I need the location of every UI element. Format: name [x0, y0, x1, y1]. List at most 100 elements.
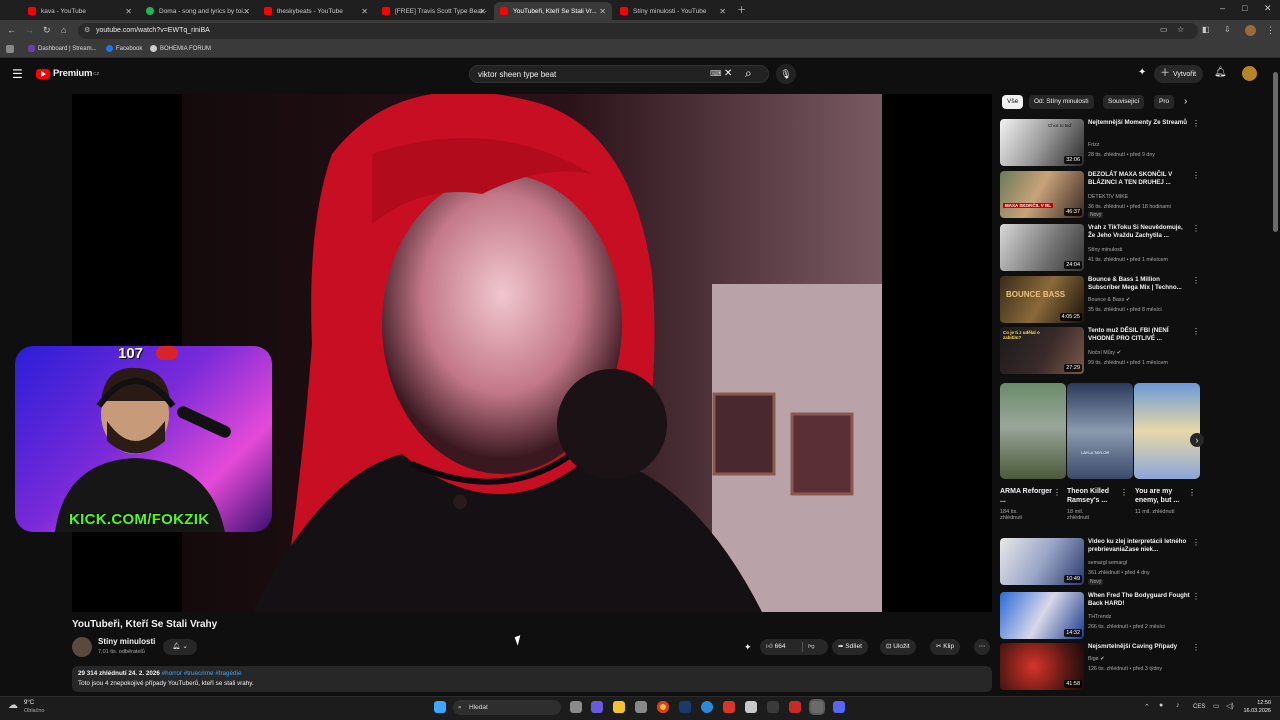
close-icon[interactable]: ✕	[243, 7, 250, 16]
browser-tab[interactable]: Stíny minulosti - YouTube ✕	[614, 2, 732, 20]
more-vert-icon[interactable]: ⋮	[1188, 488, 1196, 497]
short-title[interactable]: Theon Killed Ramsey's ...	[1067, 487, 1121, 505]
short-thumbnail[interactable]	[1134, 383, 1200, 479]
more-vert-icon[interactable]: ⋮	[1192, 327, 1200, 336]
browser-tab[interactable]: kava - YouTube ✕	[22, 2, 138, 20]
related-video[interactable]: 24:04 Vrah z TikToku Si Neuvědomuje, Že …	[1000, 224, 1200, 272]
apps-icon[interactable]	[6, 45, 17, 53]
app-icon[interactable]	[789, 701, 801, 713]
obs-icon[interactable]	[811, 701, 823, 713]
bookmark-item[interactable]: Dashboard | Stream...	[28, 45, 97, 52]
thumbs-down-icon[interactable]: 👎︎	[808, 639, 815, 655]
forward-icon[interactable]: →	[25, 25, 34, 35]
related-video[interactable]: 41:58 Nejsmrtelnější Caving Případy Bige…	[1000, 643, 1200, 691]
back-icon[interactable]: ←	[7, 25, 16, 35]
browser-tab-active[interactable]: YouTubeři, Kteří Se Stali Vr... ✕	[494, 2, 612, 20]
chip-all[interactable]: Vše	[1002, 95, 1024, 109]
short-title[interactable]: ARMA Reforger ...	[1000, 487, 1054, 505]
profile-avatar[interactable]	[1245, 25, 1256, 36]
url-bar[interactable]: youtube.com/watch?v=EWTq_riniBA	[78, 23, 1198, 39]
notifications-bell-icon[interactable]: 🔔︎	[1214, 67, 1227, 78]
clock-date[interactable]: 16.03.2026	[1236, 708, 1271, 714]
more-vert-icon[interactable]: ⋮	[1192, 224, 1200, 233]
subscribed-bell-button[interactable]: 🔔︎ ⌄	[163, 639, 197, 655]
close-window-button[interactable]: ✕	[1264, 3, 1272, 14]
bookmark-item[interactable]: BOHEMIA FORUM	[150, 45, 211, 52]
youtube-logo[interactable]: Premium CZ	[36, 68, 99, 79]
chip-related[interactable]: Související	[1103, 95, 1145, 109]
short-thumbnail[interactable]: LAYLA TAYLOR	[1067, 383, 1133, 479]
short-title[interactable]: You are my enemy, but ...	[1135, 487, 1189, 505]
tray-app-icon[interactable]: ●	[1159, 702, 1163, 709]
chrome-icon[interactable]	[657, 701, 669, 713]
more-actions-button[interactable]: ⋯	[974, 639, 990, 655]
windows-start-icon[interactable]	[434, 701, 446, 713]
volume-icon[interactable]: ◁)	[1226, 702, 1234, 710]
browser-tab[interactable]: Doma - song and lyrics by toi... ✕	[140, 2, 256, 20]
home-icon[interactable]: ⌂	[61, 25, 66, 35]
more-vert-icon[interactable]: ⋮	[1120, 488, 1128, 497]
more-vert-icon[interactable]: ⋮	[1192, 538, 1200, 547]
new-tab-button[interactable]: ＋	[737, 3, 746, 16]
clock-time[interactable]: 12:50	[1241, 700, 1271, 706]
share-button[interactable]: ➦ Sdílet	[832, 639, 868, 655]
more-vert-icon[interactable]: ⋮	[1053, 488, 1061, 497]
close-icon[interactable]: ✕	[599, 7, 606, 16]
shorts-next-icon[interactable]: ›	[1190, 433, 1204, 447]
browser-tab[interactable]: [FREE] Travis Scott Type Beat - ✕	[376, 2, 492, 20]
related-video[interactable]: Chce to teď 32:06 Nejtemnější Momenty Ze …	[1000, 119, 1200, 167]
site-info-icon[interactable]: ⚙	[84, 26, 90, 34]
clip-button[interactable]: ✂ Klip	[930, 639, 961, 655]
hamburger-menu-icon[interactable]: ☰	[12, 67, 23, 81]
account-avatar[interactable]	[1242, 66, 1257, 81]
close-icon[interactable]: ✕	[361, 7, 368, 16]
short-thumbnail[interactable]	[1000, 383, 1066, 479]
scrollbar-thumb[interactable]	[1273, 72, 1278, 232]
steam-icon[interactable]	[679, 701, 691, 713]
more-vert-icon[interactable]: ⋮	[1192, 119, 1200, 128]
network-icon[interactable]: ▭	[1213, 702, 1220, 710]
taskbar-search[interactable]: ⌕ Hledat	[453, 700, 561, 715]
more-vert-icon[interactable]: ⋮	[1192, 171, 1200, 180]
edge-icon[interactable]	[701, 701, 713, 713]
close-icon[interactable]: ✕	[719, 7, 726, 16]
install-icon[interactable]: ▭	[1160, 25, 1168, 34]
keyboard-icon[interactable]: ⌨	[710, 69, 722, 78]
bookmark-item[interactable]: Facebook	[106, 45, 142, 52]
browser-tab[interactable]: theskybeats - YouTube ✕	[258, 2, 374, 20]
channel-avatar[interactable]	[72, 637, 92, 657]
chip-from-channel[interactable]: Od: Stíny minulosti	[1029, 95, 1094, 109]
save-button[interactable]: ⊡ Uložit	[880, 639, 916, 655]
related-video[interactable]: 10:49 Video ku zlej interpretácii letnéh…	[1000, 538, 1200, 586]
page-scrollbar[interactable]	[1273, 62, 1278, 696]
more-vert-icon[interactable]: ⋮	[1192, 592, 1200, 601]
close-icon[interactable]: ✕	[125, 7, 132, 16]
related-video[interactable]: MAXA SKONČIL V BL 46:37 DEZOLÁT MAXA SKON…	[1000, 171, 1200, 219]
related-video[interactable]: BOUNCE BASS 4:05:25 Bounce & Bass 1 Milli…	[1000, 276, 1200, 324]
close-icon[interactable]: ✕	[479, 7, 486, 16]
create-button[interactable]: ＋ Vytvořit	[1154, 65, 1204, 83]
ai-sparkle-icon[interactable]: ✦	[744, 642, 752, 653]
chevron-right-icon[interactable]: ›	[1184, 96, 1187, 107]
more-vert-icon[interactable]: ⋮	[1192, 643, 1200, 652]
like-button[interactable]: 👍︎ 664 👎︎	[760, 639, 828, 655]
extensions-icon[interactable]: ◧	[1202, 25, 1210, 34]
gem-icon[interactable]: ✦	[1138, 67, 1146, 78]
related-video[interactable]: Co je ti z udělal o zabitím? 27:29 Tento …	[1000, 327, 1200, 375]
chip-for-you[interactable]: Pro	[1154, 95, 1174, 109]
minimize-button[interactable]: –	[1220, 3, 1225, 13]
clear-search-icon[interactable]: ✕	[724, 68, 732, 79]
task-view-icon[interactable]	[570, 701, 582, 713]
app-icon[interactable]	[767, 701, 779, 713]
related-video[interactable]: 14:32 When Fred The Bodyguard Fought Bac…	[1000, 592, 1200, 640]
more-vert-icon[interactable]: ⋮	[1192, 276, 1200, 285]
search-icon[interactable]: ⌕	[745, 66, 752, 81]
downloads-icon[interactable]: ⇩	[1224, 25, 1231, 34]
reload-icon[interactable]: ↻	[43, 25, 51, 36]
hashtags[interactable]: #horror #truecrime #tragédie	[162, 670, 242, 677]
tray-chevron-icon[interactable]: ⌃	[1144, 703, 1150, 711]
bookmark-star-icon[interactable]: ☆	[1177, 25, 1184, 34]
tray-mic-icon[interactable]: ♪	[1176, 702, 1180, 709]
weather-cloud-icon[interactable]: ☁	[8, 700, 18, 711]
channel-name[interactable]: Stíny minulosti	[98, 637, 155, 646]
